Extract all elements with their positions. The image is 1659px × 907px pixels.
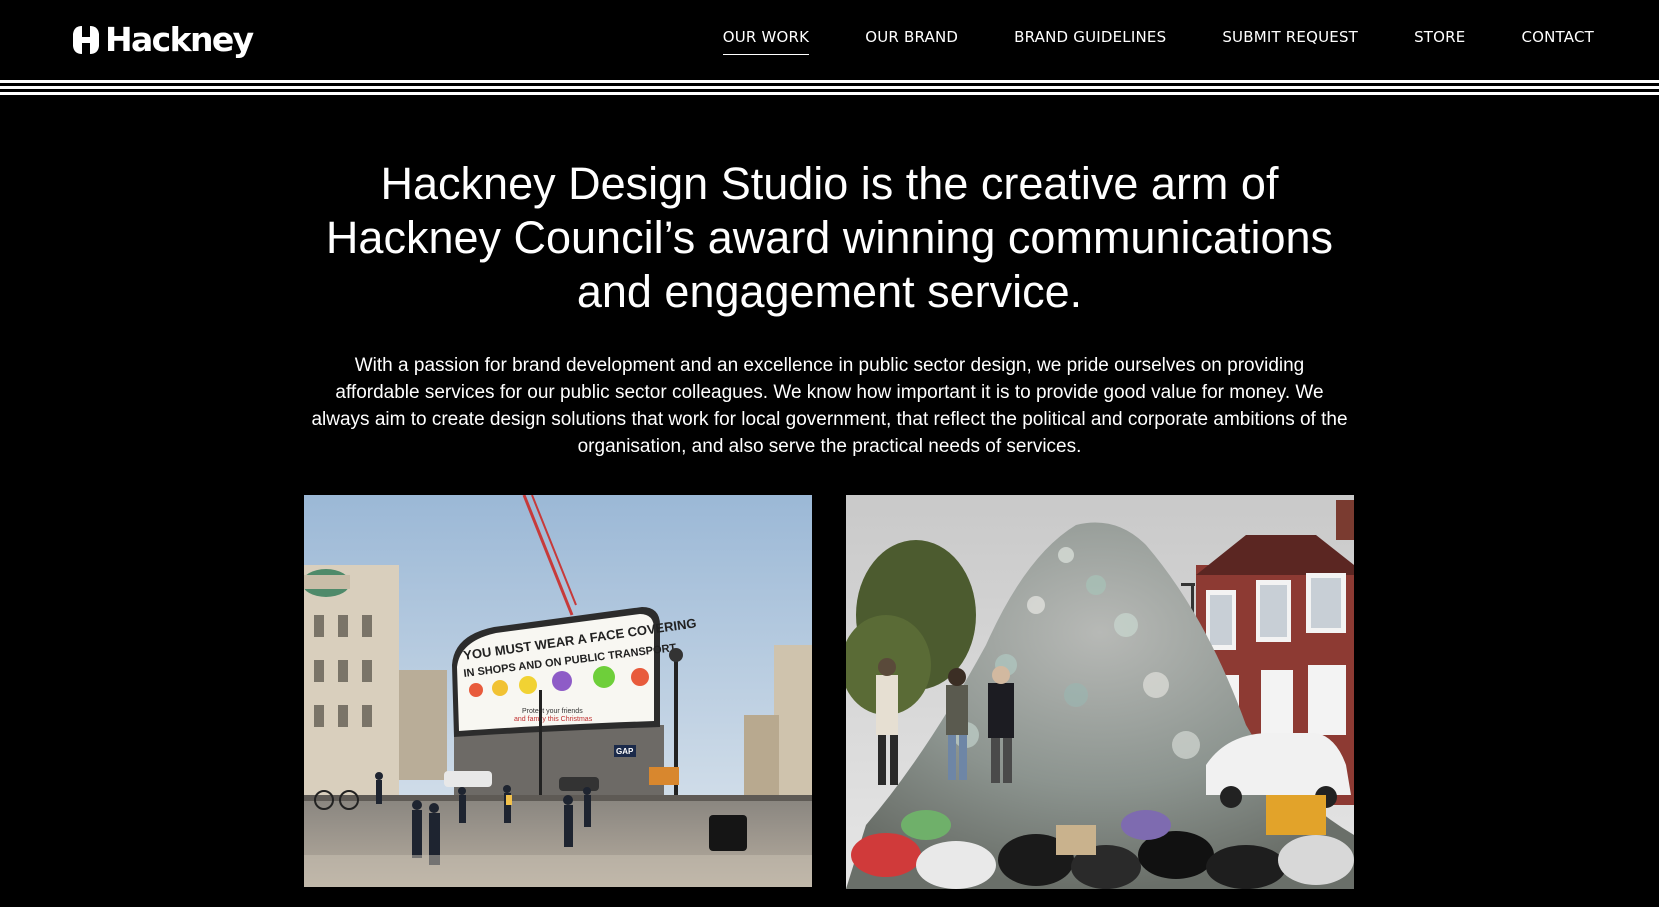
intro-line: always aim to create design solutions th… [311,409,1348,430]
billboard-footer-line: and family this Christmas [514,716,593,723]
project-image-face-covering-billboard[interactable]: YOU MUST WEAR A FACE COVERING IN SHOPS A… [304,495,812,887]
nav-brand-guidelines[interactable]: BRAND GUIDELINES [1014,28,1166,55]
divider-stripe [0,80,1659,83]
headline-line: and engagement service. [576,266,1083,317]
gap-shop-sign: GAP [616,747,634,756]
hackney-logo[interactable]: Hackney [70,20,254,59]
logo-wordmark: Hackney [105,20,254,59]
billboard-photo: YOU MUST WEAR A FACE COVERING IN SHOPS A… [304,495,812,887]
main-nav: OUR WORK OUR BRAND BRAND GUIDELINES SUBM… [722,28,1594,55]
divider-stripe [0,86,1659,89]
page-headline: Hackney Design Studio is the creative ar… [300,157,1359,319]
billboard-footer-line: Protect your friends [522,708,583,715]
hackney-h-icon [73,26,99,54]
nav-submit-request[interactable]: SUBMIT REQUEST [1222,28,1358,55]
intro-line: With a passion for brand development and… [354,355,1305,376]
nav-our-work[interactable]: OUR WORK [722,28,810,55]
rubbish-photo [846,495,1354,889]
nav-store[interactable]: STORE [1414,28,1465,55]
project-image-rubbish-mountain[interactable] [846,495,1354,889]
intro-line: affordable services for our public secto… [335,382,1324,403]
intro-line: organisation, and also serve the practic… [577,436,1082,457]
intro-paragraph: With a passion for brand development and… [300,352,1359,460]
site-header: Hackney OUR WORK OUR BRAND BRAND GUIDELI… [0,0,1659,78]
headline-line: Hackney Design Studio is the creative ar… [380,158,1279,209]
divider-stripe [0,92,1659,95]
header-divider-stripes [0,80,1659,96]
nav-contact[interactable]: CONTACT [1521,28,1594,55]
headline-line: Hackney Council’s award winning communic… [325,212,1334,263]
nav-our-brand[interactable]: OUR BRAND [865,28,958,55]
